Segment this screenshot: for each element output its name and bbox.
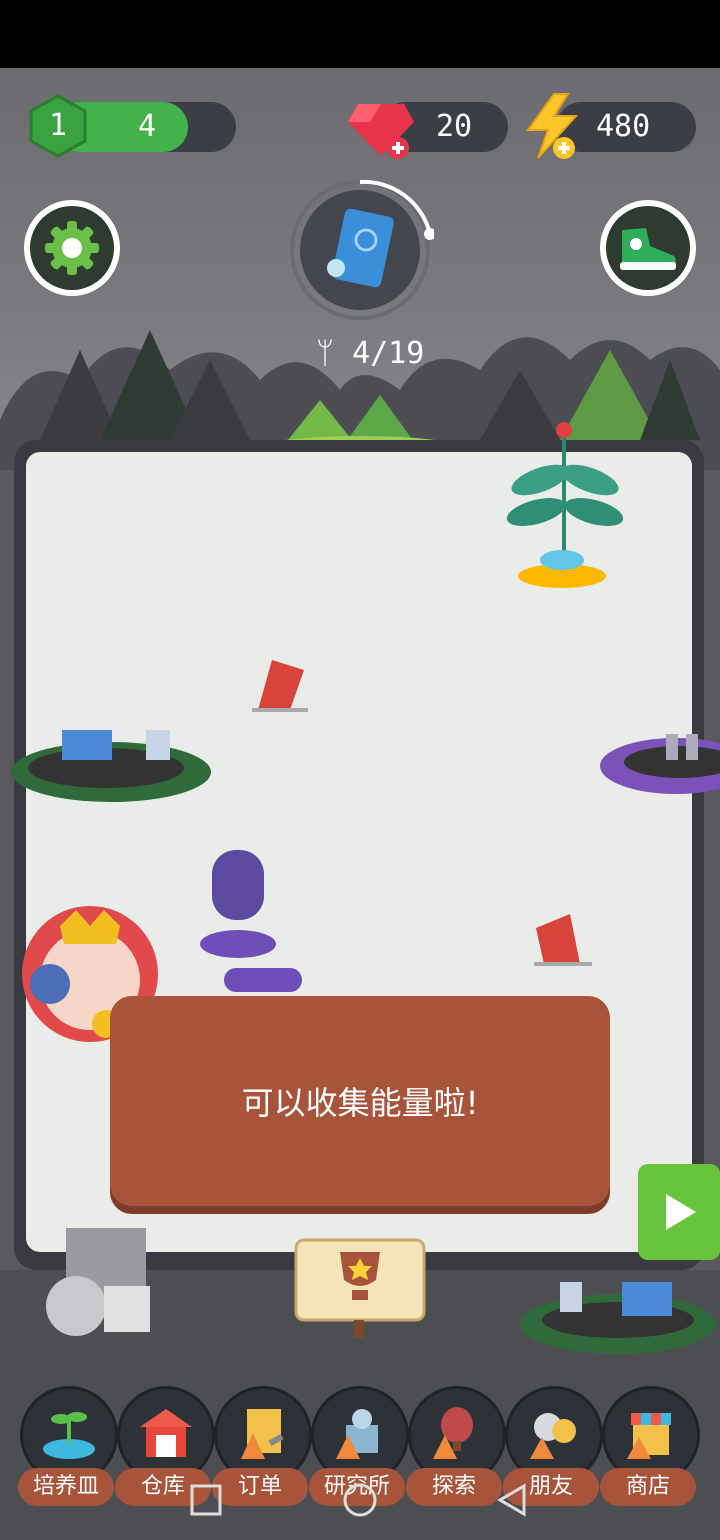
lightning-bolt-icon[interactable] <box>520 92 584 162</box>
garbage-pile-right-icon[interactable] <box>600 720 720 804</box>
explore-icon <box>433 1407 473 1459</box>
trash-bin-icon[interactable] <box>40 1214 180 1338</box>
research-institute-icon <box>336 1409 378 1459</box>
plant-collection-count: ᛘ 4/19 <box>316 336 424 371</box>
orders-icon <box>241 1409 284 1459</box>
tutorial-dialog[interactable]: 可以收集能量啦! <box>110 996 610 1206</box>
sneaker-button[interactable] <box>600 200 696 296</box>
gems-value: 20 <box>436 109 473 144</box>
trophy-board-icon[interactable] <box>292 1236 428 1340</box>
plant-book-button[interactable] <box>300 190 420 310</box>
pollution-pipe-icon[interactable] <box>200 846 304 996</box>
garbage-pile-left-icon[interactable] <box>6 716 216 816</box>
back-icon[interactable] <box>497 1483 526 1517</box>
system-navigation-bar <box>190 1483 526 1517</box>
sneaker-icon <box>620 228 676 270</box>
energy-value: 480 <box>596 109 651 144</box>
trash-can-icon[interactable] <box>246 652 310 716</box>
ruby-gem-icon[interactable] <box>346 96 416 160</box>
shop-icon <box>627 1413 671 1459</box>
garbage-pile-bottom-icon[interactable] <box>518 1272 718 1366</box>
dialog-message: 可以收集能量啦! <box>241 1084 479 1122</box>
warehouse-icon <box>140 1409 192 1457</box>
level-badge: 1 <box>26 94 90 158</box>
plant-book-icon <box>327 208 394 288</box>
plant-creature-icon[interactable] <box>506 420 626 592</box>
play-icon <box>666 1194 696 1230</box>
petri-dish-icon <box>43 1412 95 1459</box>
gear-icon <box>45 221 99 275</box>
sprout-icon: ᛘ <box>316 336 334 371</box>
trash-can-icon[interactable] <box>530 906 594 970</box>
status-bar <box>0 0 720 68</box>
friends-icon <box>530 1413 576 1459</box>
settings-button[interactable] <box>24 200 120 296</box>
home-icon[interactable] <box>343 1483 377 1517</box>
play-button[interactable] <box>638 1164 720 1260</box>
level-number: 1 <box>48 108 68 143</box>
recents-icon[interactable] <box>190 1484 222 1516</box>
level-progress-value: 4 <box>138 109 157 144</box>
plant-count-value: 4/19 <box>352 336 425 371</box>
